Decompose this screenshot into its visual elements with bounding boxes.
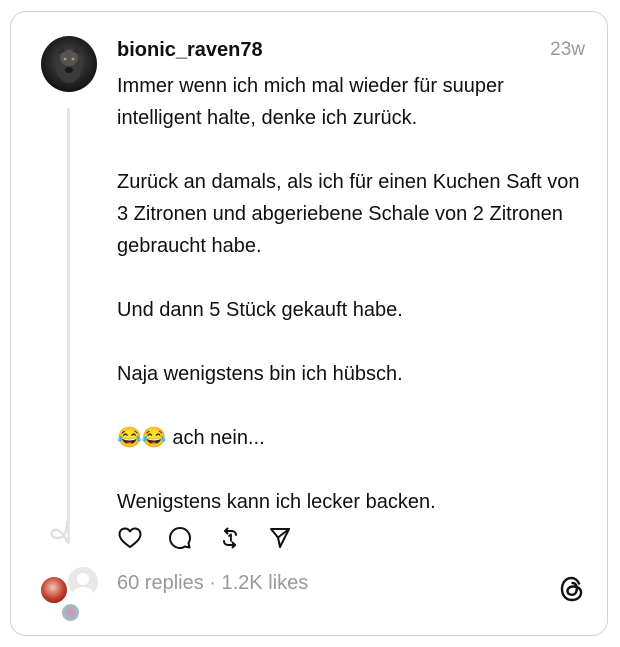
- post-paragraph: 😂😂 ach nein...: [117, 427, 265, 449]
- post-paragraph: Wenigstens kann ich lecker backen.: [117, 491, 436, 513]
- like-button[interactable]: [117, 525, 143, 551]
- author-avatar[interactable]: [41, 36, 97, 92]
- post-card: bionic_raven78 23w Immer wenn ich mich m…: [10, 11, 608, 636]
- post-body: Immer wenn ich mich mal wieder für suupe…: [117, 70, 587, 518]
- share-button[interactable]: [267, 525, 293, 551]
- avatar-image: [56, 44, 82, 83]
- threads-logo-icon[interactable]: [557, 574, 587, 604]
- post-stats[interactable]: 60 replies · 1.2K likes: [117, 572, 308, 595]
- post-author-username[interactable]: bionic_raven78: [117, 39, 263, 62]
- replier-avatar: [60, 602, 81, 623]
- post-paragraph: Immer wenn ich mich mal wieder für suupe…: [117, 75, 504, 129]
- thread-line: [67, 108, 70, 544]
- thread-curl-icon: [50, 520, 69, 544]
- default-user-icon: [72, 573, 94, 597]
- post-paragraph: Und dann 5 Stück gekauft habe.: [117, 299, 403, 321]
- comment-button[interactable]: [167, 525, 193, 551]
- heart-icon: [118, 527, 142, 548]
- replier-avatars[interactable]: [39, 565, 101, 623]
- comment-icon: [169, 527, 191, 549]
- replier-avatar-default: [66, 565, 100, 599]
- post-paragraph: Naja wenigstens bin ich hübsch.: [117, 363, 403, 385]
- repost-button[interactable]: [217, 525, 243, 551]
- post-timestamp[interactable]: 23w: [550, 39, 585, 61]
- repost-icon: [223, 527, 237, 549]
- send-icon: [270, 528, 290, 548]
- post-paragraph: Zurück an damals, als ich für einen Kuch…: [117, 171, 580, 257]
- replier-avatar: [39, 575, 69, 605]
- post-actions: [117, 525, 293, 551]
